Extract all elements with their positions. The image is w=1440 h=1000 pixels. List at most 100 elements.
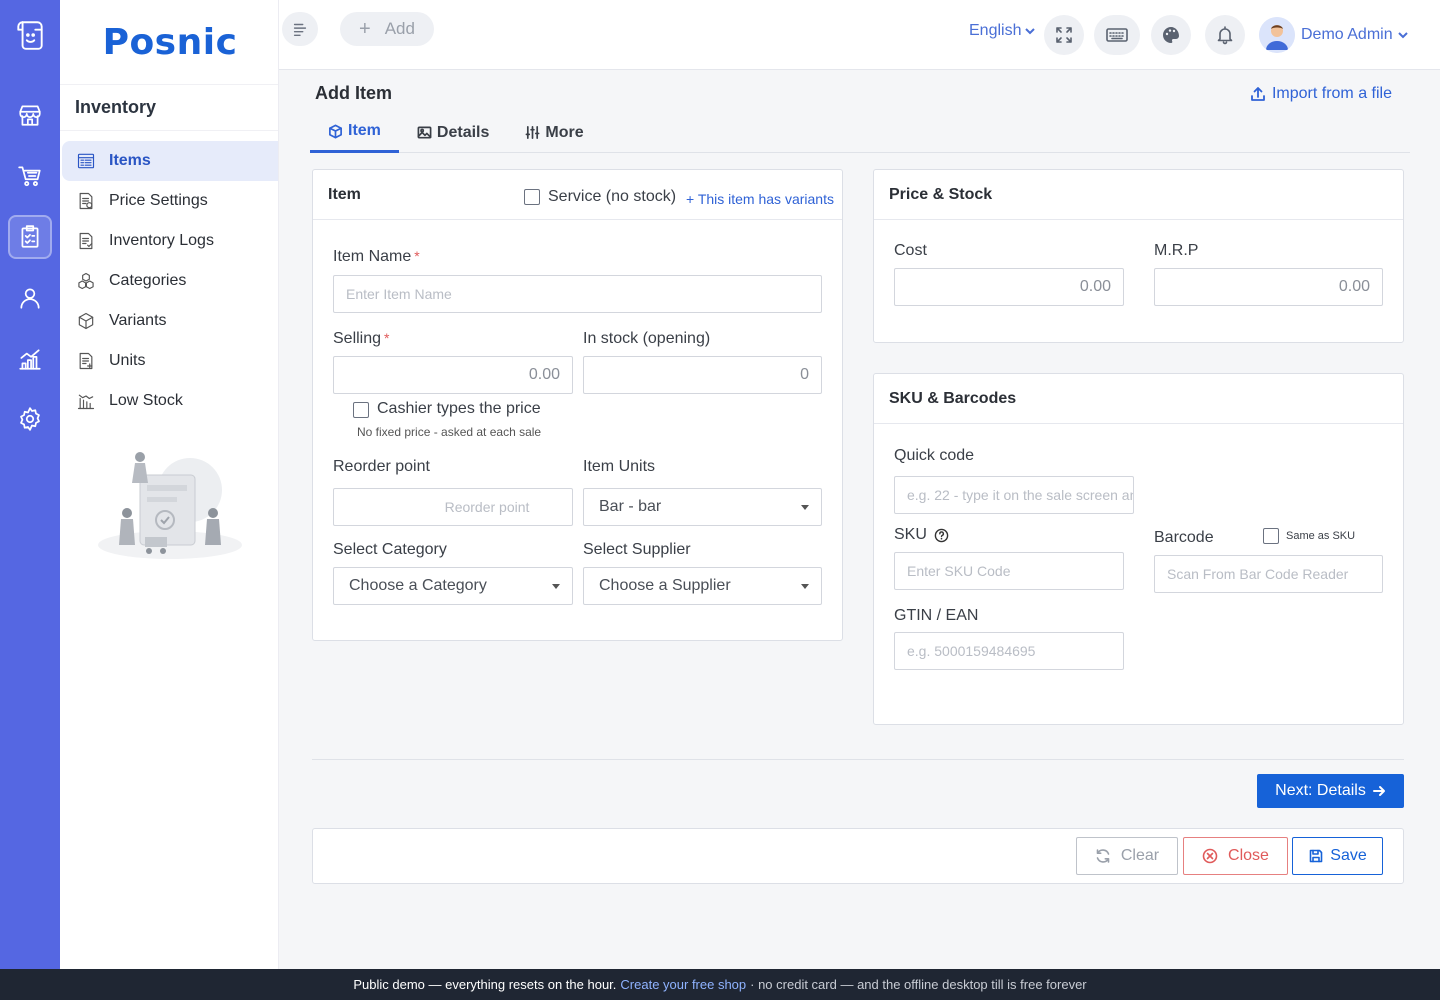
- footer-text-after: · no credit card — and the offline deskt…: [750, 977, 1087, 992]
- rail-store-icon[interactable]: [10, 95, 50, 135]
- save-button[interactable]: Save: [1292, 837, 1383, 875]
- sku-barcodes-card: SKU & Barcodes Quick code e.g. 22 - type…: [873, 373, 1404, 725]
- in-stock-input[interactable]: 0: [583, 356, 822, 394]
- sidebar-menu: Items Price Settings Inventory Logs Cate…: [60, 131, 278, 421]
- next-details-button[interactable]: Next: Details: [1257, 774, 1404, 808]
- section-divider: [312, 759, 1404, 760]
- units-icon: [75, 350, 97, 372]
- price-settings-icon: [75, 190, 97, 212]
- quick-add-button[interactable]: + Add: [340, 12, 434, 46]
- sidebar-item-label: Inventory Logs: [109, 232, 214, 249]
- category-value: Choose a Category: [349, 577, 487, 594]
- sidebar-item-label: Items: [109, 152, 151, 169]
- rail-settings-icon[interactable]: [10, 399, 50, 439]
- item-units-label: Item Units: [583, 458, 656, 475]
- service-label: Service (no stock): [548, 188, 677, 205]
- cashier-price-checkbox[interactable]: [353, 402, 369, 418]
- category-select[interactable]: Choose a Category: [333, 567, 573, 605]
- tab-details[interactable]: Details: [399, 112, 507, 153]
- clear-button[interactable]: Clear: [1076, 837, 1178, 875]
- sidebar-item-label: Units: [109, 352, 146, 369]
- fullscreen-button[interactable]: [1044, 15, 1084, 55]
- plus-icon: +: [359, 17, 371, 40]
- cube-icon: [329, 124, 342, 138]
- price-stock-header: Price & Stock: [874, 170, 1403, 220]
- item-units-select[interactable]: Bar - bar: [583, 488, 822, 526]
- low-stock-icon: [75, 390, 97, 412]
- sidebar-item-label: Categories: [109, 272, 187, 289]
- item-units-value: Bar - bar: [599, 498, 662, 515]
- quick-add-label: Add: [384, 19, 415, 38]
- help-icon[interactable]: [934, 528, 949, 543]
- sidebar-item-variants[interactable]: Variants: [62, 301, 278, 341]
- save-icon: [1309, 849, 1323, 863]
- quick-code-input[interactable]: e.g. 22 - type it on the sale screen and: [894, 476, 1134, 514]
- sku-input[interactable]: Enter SKU Code: [894, 552, 1124, 590]
- barcode-input[interactable]: Scan From Bar Code Reader: [1154, 555, 1383, 593]
- service-checkbox[interactable]: [524, 189, 540, 205]
- user-menu[interactable]: Demo Admin: [1259, 17, 1409, 53]
- barcode-label: Barcode: [1154, 529, 1214, 546]
- tab-item[interactable]: Item: [310, 112, 399, 153]
- theme-button[interactable]: [1151, 15, 1191, 55]
- sidebar-item-units[interactable]: Units: [62, 341, 278, 381]
- refresh-icon: [1096, 849, 1110, 863]
- sidebar-item-label: Variants: [109, 312, 167, 329]
- sidebar: Posnic Inventory Items Price Settings In…: [60, 0, 279, 969]
- sidebar-item-label: Price Settings: [109, 192, 208, 209]
- same-as-sku-checkbox[interactable]: [1263, 528, 1279, 544]
- variants-link[interactable]: + This item has variants: [686, 191, 834, 207]
- sidebar-item-price-settings[interactable]: Price Settings: [62, 181, 278, 221]
- item-name-input[interactable]: Enter Item Name: [333, 275, 822, 313]
- palette-icon: [1163, 27, 1179, 43]
- rail-cart-icon[interactable]: [10, 156, 50, 196]
- mrp-label: M.R.P: [1154, 242, 1199, 259]
- inventory-logs-icon: [75, 230, 97, 252]
- rail-inventory-icon[interactable]: [8, 215, 52, 259]
- brand-name: Posnic: [102, 21, 238, 63]
- gtin-input[interactable]: e.g. 5000159484695: [894, 632, 1124, 670]
- tab-bar: Item Details More: [310, 112, 1410, 153]
- close-label: Close: [1228, 847, 1269, 864]
- selling-label-text: Selling: [333, 330, 382, 347]
- supplier-select[interactable]: Choose a Supplier: [583, 567, 822, 605]
- sku-label: SKU: [894, 526, 927, 543]
- tab-label: Details: [436, 123, 490, 141]
- menu-toggle-button[interactable]: [282, 12, 318, 46]
- keyboard-button[interactable]: [1094, 15, 1140, 55]
- rail-user-icon[interactable]: [10, 278, 50, 318]
- same-as-sku-label: Same as SKU: [1286, 530, 1356, 542]
- notifications-button[interactable]: [1205, 15, 1245, 55]
- avatar: [1259, 17, 1295, 53]
- close-button[interactable]: Close: [1183, 837, 1288, 875]
- reorder-point-input[interactable]: Reorder point: [333, 488, 573, 526]
- menu-icon: [293, 23, 307, 37]
- inventory-illustration: [98, 452, 242, 559]
- language-selector[interactable]: English: [969, 22, 1036, 40]
- footer-text: Public demo — everything resets on the h…: [353, 977, 617, 992]
- next-details-label: Next: Details: [1275, 782, 1366, 799]
- price-stock-title: Price & Stock: [889, 185, 993, 203]
- cashier-price-hint: No fixed price - asked at each sale: [357, 425, 542, 439]
- sidebar-item-items[interactable]: Items: [62, 141, 278, 181]
- brand-logo[interactable]: Posnic: [60, 0, 278, 85]
- selling-price-input[interactable]: 0.00: [333, 356, 573, 394]
- import-from-file-link[interactable]: Import from a file: [1250, 85, 1392, 103]
- mrp-input[interactable]: 0.00: [1154, 268, 1383, 306]
- sidebar-item-low-stock[interactable]: Low Stock: [62, 381, 278, 421]
- rail-reports-icon[interactable]: [10, 339, 50, 379]
- fullscreen-icon: [1056, 27, 1072, 43]
- cost-input[interactable]: 0.00: [894, 268, 1124, 306]
- item-card-header: Item Service (no stock) + This item has …: [313, 170, 842, 220]
- caret-down-icon: [801, 583, 809, 589]
- save-label: Save: [1330, 847, 1367, 864]
- sku-barcodes-title: SKU & Barcodes: [889, 389, 1017, 407]
- app-logo-icon[interactable]: [0, 0, 60, 70]
- page-title: Add Item: [315, 83, 393, 103]
- tab-more[interactable]: More: [507, 112, 601, 153]
- sidebar-item-inventory-logs[interactable]: Inventory Logs: [62, 221, 278, 261]
- bell-icon: [1217, 26, 1233, 45]
- sidebar-item-categories[interactable]: Categories: [62, 261, 278, 301]
- keyboard-icon: [1106, 28, 1128, 42]
- create-shop-link[interactable]: Create your free shop: [620, 977, 746, 992]
